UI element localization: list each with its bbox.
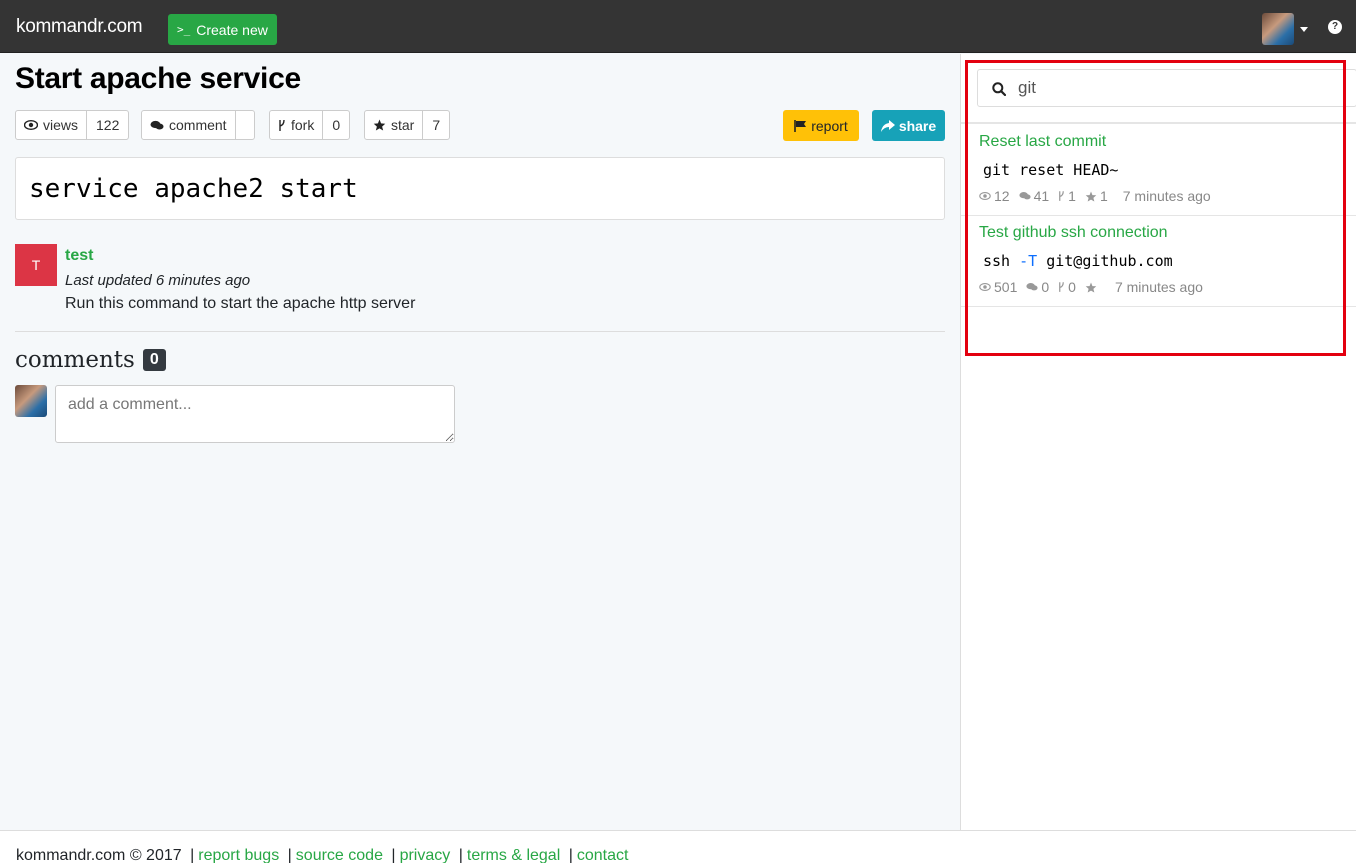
result-stars: [1085, 281, 1100, 293]
divider: [15, 331, 945, 332]
result-meta: 12 41 1 1 7 minutes ago: [979, 188, 1211, 204]
star-counter[interactable]: star 7: [364, 110, 451, 140]
flag-icon: [794, 119, 807, 132]
user-menu[interactable]: [1262, 13, 1308, 45]
result-forks: 0: [1058, 279, 1076, 295]
views-counter: views 122: [15, 110, 130, 140]
terms-legal-link[interactable]: terms & legal: [467, 847, 560, 863]
search-icon: [992, 82, 1006, 96]
result-comments: 0: [1026, 279, 1049, 295]
eye-icon: [24, 120, 38, 130]
eye-icon: [979, 283, 991, 291]
fork-counter[interactable]: fork 0: [269, 110, 351, 140]
result-command: git reset HEAD~: [983, 161, 1119, 179]
fork-icon: [279, 119, 285, 131]
result-time: 7 minutes ago: [1122, 188, 1211, 204]
fork-label[interactable]: fork: [270, 111, 324, 139]
views-count: 122: [96, 117, 120, 133]
command-description: Run this command to start the apache htt…: [65, 295, 416, 312]
comments-count-badge: 0: [142, 349, 166, 371]
source-code-link[interactable]: source code: [296, 847, 383, 863]
help-icon[interactable]: ?: [1328, 20, 1342, 34]
result-stars: 1: [1085, 188, 1108, 204]
result-title-link[interactable]: Reset last commit: [979, 133, 1106, 151]
create-new-button[interactable]: >_ Create new: [168, 14, 277, 45]
search-result-item[interactable]: Test github ssh connection ssh -T git@git…: [961, 215, 1356, 307]
report-button[interactable]: report: [783, 110, 859, 141]
result-time: 7 minutes ago: [1114, 279, 1203, 295]
terminal-icon: >_: [177, 23, 191, 36]
page-title: Start apache service: [15, 62, 301, 95]
search-result-item[interactable]: Reset last commit git reset HEAD~ 12 41 1 1 7 …: [961, 124, 1356, 216]
brand-logo[interactable]: kommandr.com: [16, 16, 143, 38]
star-count: 7: [432, 117, 441, 133]
result-forks: 1: [1058, 188, 1076, 204]
comments-icon: [1026, 283, 1038, 291]
fork-icon: [1059, 282, 1065, 292]
fork-icon: [1059, 191, 1065, 201]
result-comments: 41: [1019, 188, 1049, 204]
fork-count: 0: [332, 117, 341, 133]
search-input[interactable]: [1018, 76, 1318, 100]
star-label[interactable]: star: [365, 111, 424, 139]
command-detail: Start apache service views 122 comment f…: [0, 54, 960, 830]
footer: kommandr.com © 2017 | report bugs | source…: [0, 830, 1356, 863]
command-code-block[interactable]: service apache2 start: [15, 157, 945, 220]
caret-down-icon[interactable]: [1300, 26, 1308, 32]
share-button[interactable]: share: [872, 110, 945, 141]
result-views: 12: [979, 188, 1010, 204]
views-label: views: [16, 111, 88, 139]
last-updated: Last updated 6 minutes ago: [65, 272, 251, 289]
contact-link[interactable]: contact: [577, 847, 629, 863]
comment-count: [236, 111, 254, 139]
search-sidebar: Reset last commit git reset HEAD~ 12 41 11 7 …: [960, 54, 1356, 830]
user-avatar[interactable]: [1262, 13, 1294, 45]
result-views: 501: [979, 279, 1017, 295]
commenter-avatar: [15, 385, 47, 417]
comment-counter[interactable]: comment: [141, 110, 255, 140]
search-box[interactable]: [977, 69, 1356, 107]
comments-heading: comments 0: [15, 347, 166, 373]
star-icon: [1085, 190, 1097, 202]
report-bugs-link[interactable]: report bugs: [198, 847, 279, 863]
copyright: kommandr.com © 2017: [16, 847, 182, 863]
author-name-link[interactable]: test: [65, 247, 93, 265]
result-meta: 501 0 0 7 minutes ago: [979, 279, 1203, 295]
create-new-label: Create new: [196, 21, 268, 38]
star-icon: [1085, 281, 1097, 293]
top-navbar: kommandr.com >_ Create new ?: [0, 0, 1356, 53]
result-title-link[interactable]: Test github ssh connection: [979, 224, 1168, 242]
comment-input[interactable]: [55, 385, 455, 443]
privacy-link[interactable]: privacy: [400, 847, 451, 863]
comments-icon: [150, 120, 164, 129]
star-icon: [373, 119, 386, 131]
footer-text: kommandr.com © 2017 | report bugs | source…: [16, 847, 629, 863]
author-avatar[interactable]: T: [15, 244, 57, 286]
comments-icon: [1019, 192, 1031, 200]
result-command: ssh -T git@github.com: [983, 252, 1173, 270]
comments-title: comments: [15, 347, 135, 373]
comment-label[interactable]: comment: [142, 111, 236, 139]
share-icon: [880, 119, 895, 132]
eye-icon: [979, 192, 991, 200]
